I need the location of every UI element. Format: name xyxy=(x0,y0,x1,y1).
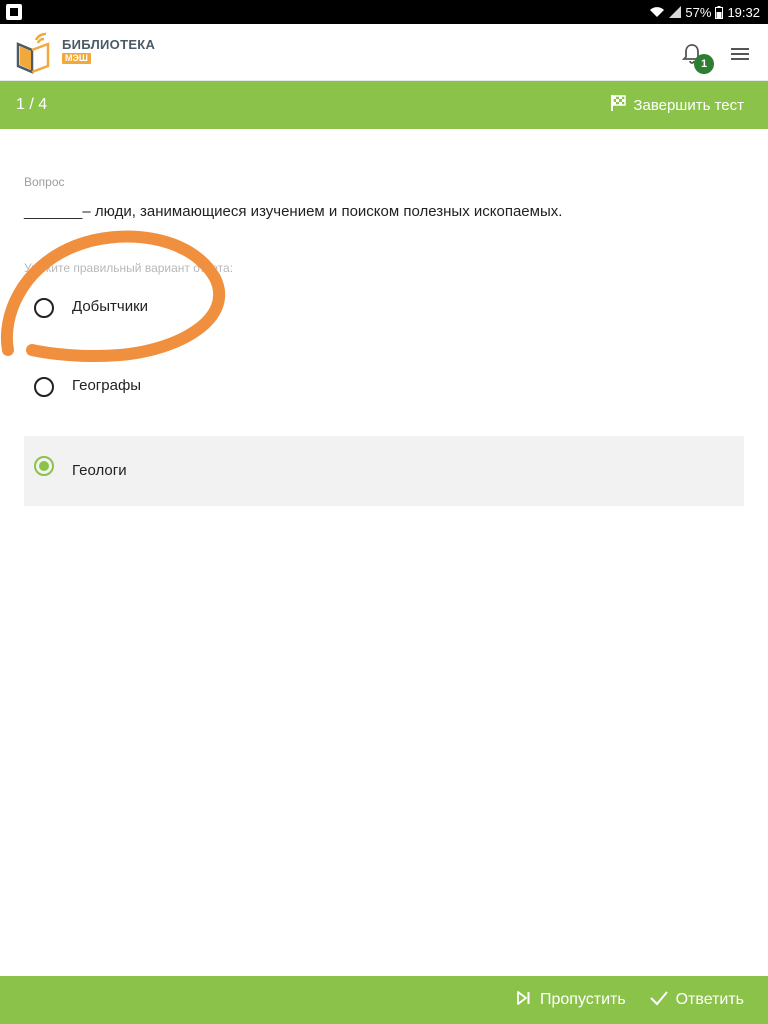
logo-subtitle: МЭШ xyxy=(62,53,91,64)
question-text: _______– люди, занимающиеся изучением и … xyxy=(24,203,563,220)
status-icons: 57% 19:32 xyxy=(649,3,760,21)
answer-option-label: Геологи xyxy=(72,462,127,479)
signal-icon xyxy=(669,6,682,18)
skip-label: Пропустить xyxy=(540,991,626,1008)
battery-icon xyxy=(715,5,724,19)
question-progress: 1 / 4 xyxy=(16,96,48,113)
answer-option-label: Географы xyxy=(72,377,142,394)
checkmark-icon xyxy=(649,990,668,1011)
battery-percent: 57% xyxy=(685,4,712,20)
finish-test-label: Завершить тест xyxy=(633,96,744,114)
skip-icon xyxy=(516,990,532,1011)
answer-option-3[interactable]: Геологи xyxy=(24,436,744,506)
answer-option-label: Добытчики xyxy=(72,298,149,315)
question-label: Вопрос xyxy=(24,175,65,189)
radio-button[interactable] xyxy=(34,298,54,318)
clock: 19:32 xyxy=(727,4,760,20)
radio-button[interactable] xyxy=(34,377,54,397)
wifi-icon xyxy=(649,6,665,18)
answer-option-2[interactable]: Географы xyxy=(24,351,744,421)
checkered-flag-icon xyxy=(609,94,627,116)
answer-option-1[interactable]: Добытчики xyxy=(24,272,744,342)
finish-test-button[interactable]: Завершить тест xyxy=(609,93,744,117)
status-bar: 57% 19:32 xyxy=(0,0,768,24)
app-notification-icon xyxy=(6,4,22,20)
hamburger-menu-icon[interactable] xyxy=(728,42,752,66)
library-logo-icon[interactable] xyxy=(14,30,54,74)
skip-button[interactable]: Пропустить xyxy=(516,988,626,1012)
bottom-action-bar: Пропустить Ответить xyxy=(0,976,768,1024)
app-header: БИБЛИОТЕКА МЭШ 1 xyxy=(0,24,768,81)
answer-button[interactable]: Ответить xyxy=(649,988,744,1012)
test-progress-bar: 1 / 4 Завершить тест xyxy=(0,81,768,129)
notification-count-badge: 1 xyxy=(694,54,714,74)
radio-button-selected[interactable] xyxy=(34,456,54,476)
logo-title: БИБЛИОТЕКА xyxy=(62,37,156,52)
answer-label: Ответить xyxy=(675,991,744,1008)
